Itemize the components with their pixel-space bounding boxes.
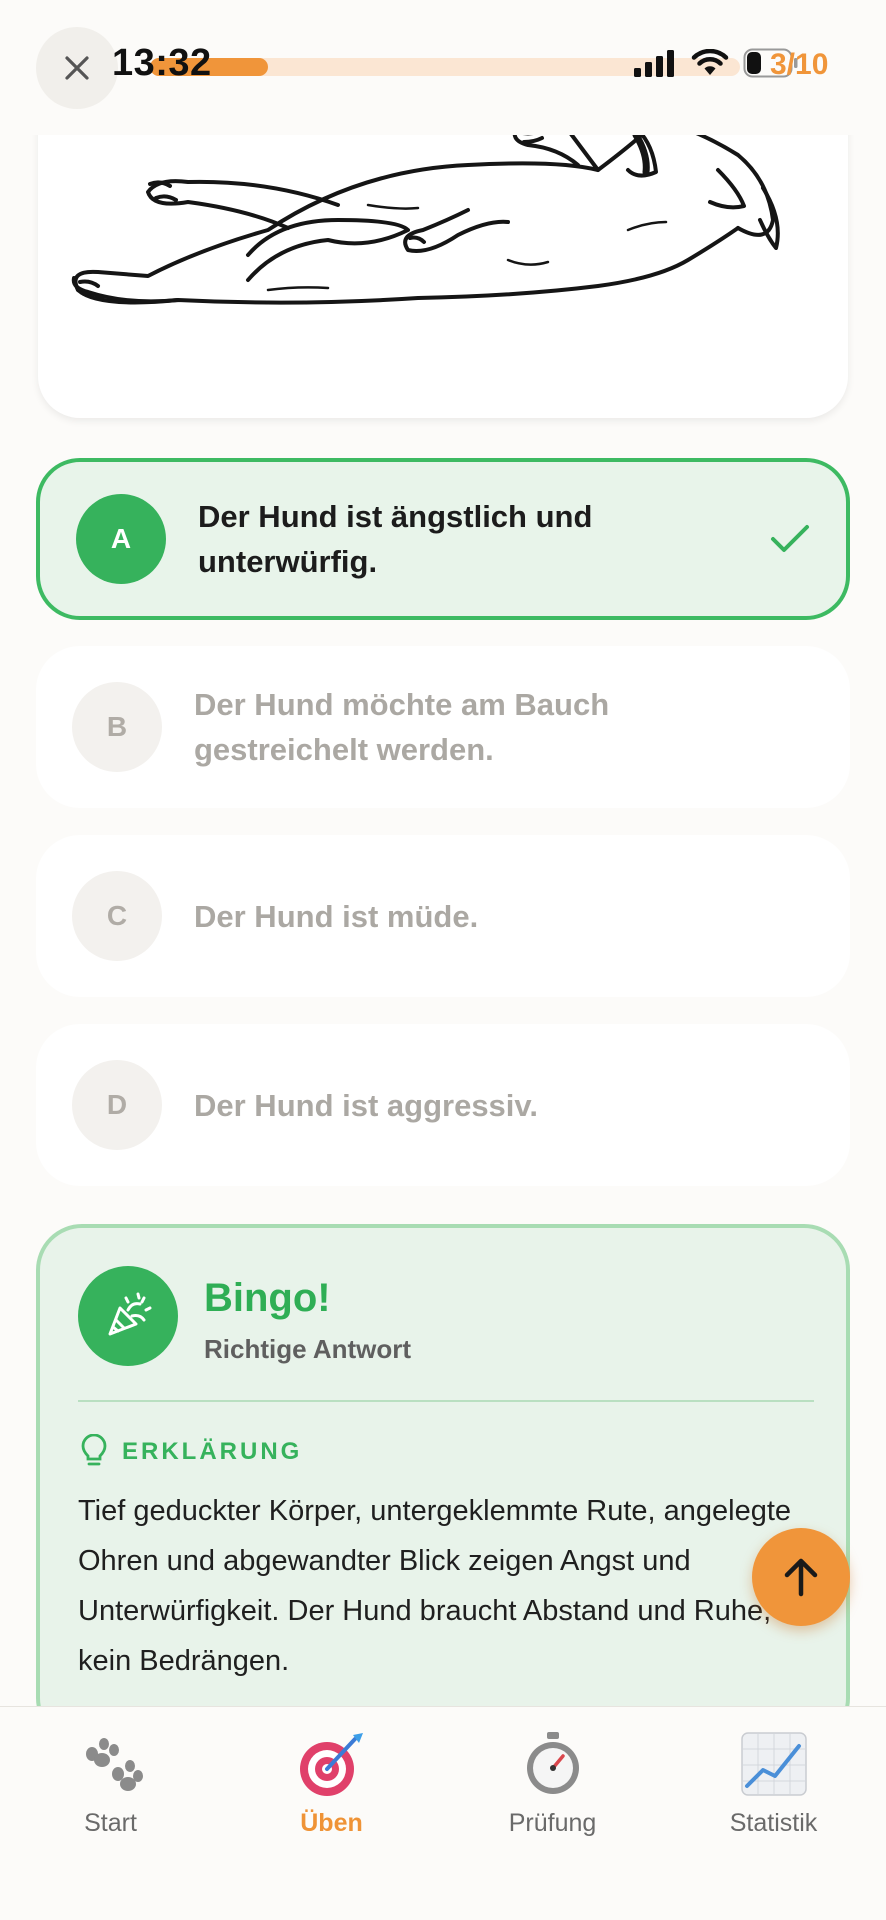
stopwatch-icon	[523, 1729, 583, 1799]
answer-option-b[interactable]: B Der Hund möchte am Bauch gestreichelt …	[36, 646, 850, 808]
party-popper-icon	[78, 1266, 178, 1366]
result-card: Bingo! Richtige Antwort ERKLÄRUNG Tief g…	[36, 1224, 850, 1744]
close-button[interactable]	[36, 27, 118, 109]
bottom-navigation: Start Üben Prüfung Statistik	[0, 1706, 886, 1920]
explanation-label: ERKLÄRUNG	[122, 1438, 303, 1465]
wifi-icon	[691, 49, 729, 75]
nav-label: Prüfung	[508, 1809, 597, 1837]
option-text: Der Hund möchte am Bauch gestreichelt we…	[194, 687, 610, 767]
nav-label: Üben	[300, 1809, 363, 1837]
answer-option-a[interactable]: A Der Hund ist ängstlich und unterwürfig…	[36, 458, 850, 620]
paw-prints-icon	[78, 1729, 144, 1799]
option-text: Der Hund ist müde.	[194, 898, 479, 934]
nav-pruefung[interactable]: Prüfung	[442, 1707, 663, 1857]
top-bar: 13:32 3/10	[0, 0, 886, 135]
explanation-text: Tief geduckter Körper, untergeklemmte Ru…	[78, 1495, 792, 1677]
close-icon	[65, 56, 89, 80]
lightbulb-icon	[81, 1434, 107, 1466]
cellular-signal-icon	[634, 50, 674, 77]
result-subtitle: Richtige Antwort	[204, 1334, 412, 1364]
option-letter-badge: D	[72, 1060, 162, 1150]
chart-increasing-icon	[740, 1729, 807, 1799]
answer-option-d[interactable]: D Der Hund ist aggressiv.	[36, 1024, 850, 1186]
result-title: Bingo!	[204, 1276, 331, 1320]
dog-illustration	[71, 110, 780, 305]
nav-label: Start	[84, 1809, 137, 1837]
nav-statistik[interactable]: Statistik	[663, 1707, 884, 1857]
nav-ueben[interactable]: Üben	[221, 1707, 442, 1857]
nav-start[interactable]: Start	[0, 1707, 221, 1857]
result-divider	[78, 1400, 814, 1402]
nav-label: Statistik	[729, 1809, 818, 1837]
scroll-up-button[interactable]	[752, 1528, 850, 1626]
option-letter-badge: C	[72, 871, 162, 961]
option-letter-badge: B	[72, 682, 162, 772]
target-dart-icon	[297, 1729, 367, 1799]
question-image-card	[38, 110, 848, 418]
answer-option-c[interactable]: C Der Hund ist müde.	[36, 835, 850, 997]
question-counter: 3/10	[770, 48, 829, 81]
option-text: Der Hund ist aggressiv.	[194, 1087, 538, 1123]
arrow-up-icon	[784, 1558, 818, 1597]
checkmark-icon	[771, 525, 809, 552]
option-text: Der Hund ist ängstlich und unterwürfig.	[198, 499, 593, 579]
option-letter-badge: A	[76, 494, 166, 584]
status-time: 13:32	[112, 42, 212, 84]
